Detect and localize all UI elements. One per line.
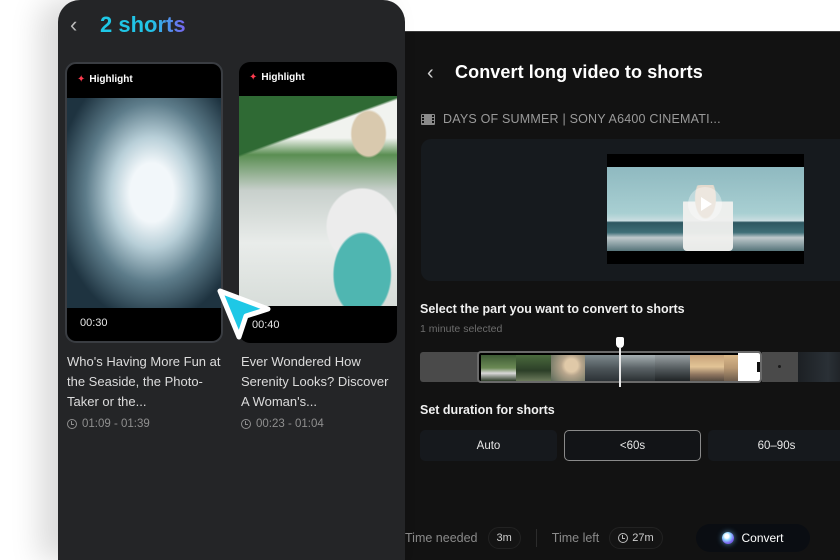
preview-player[interactable] <box>607 154 804 264</box>
app-stage: ‹ Convert long video to shorts DAYS OF S… <box>0 0 840 560</box>
short-time-range-text: 00:23 - 01:04 <box>256 418 324 430</box>
film-icon <box>421 113 435 125</box>
timeline-playhead[interactable] <box>616 337 624 387</box>
short-duration: 00:30 <box>80 317 108 329</box>
timeline-thumb <box>481 355 516 381</box>
time-left-label: Time left <box>551 531 600 545</box>
highlight-badge: ✦ Highlight <box>77 74 133 85</box>
time-needed-label: Time needed <box>405 531 478 545</box>
short-time-range: 00:23 - 01:04 <box>239 418 397 430</box>
time-left-value: 27m <box>609 527 663 549</box>
short-preview-image <box>67 98 221 308</box>
timeline-handle-right[interactable] <box>738 353 760 381</box>
duration-option-60-90s[interactable]: 60–90s <box>708 430 840 461</box>
sparkle-icon: ✦ <box>77 74 86 85</box>
short-duration: 00:40 <box>252 319 280 331</box>
timeline-selector[interactable] <box>420 337 840 387</box>
convert-button-label: Convert <box>741 531 784 545</box>
chevron-left-icon[interactable]: ‹ <box>70 12 82 38</box>
duration-label: Set duration for shorts <box>420 403 555 417</box>
timeline-overflow <box>798 352 840 382</box>
clock-icon <box>67 419 77 429</box>
footer-divider <box>535 529 537 547</box>
duration-option-auto[interactable]: Auto <box>420 430 557 461</box>
short-time-range: 01:09 - 01:39 <box>65 418 223 430</box>
timeline-thumb <box>620 355 655 381</box>
short-thumbnail[interactable]: ✦ Highlight 00:30 <box>65 62 223 343</box>
convert-title: Convert long video to shorts <box>455 62 703 82</box>
highlight-badge: ✦ Highlight <box>249 72 305 83</box>
shorts-count-title: 2 shorts <box>100 12 186 37</box>
selected-duration-text: 1 minute selected <box>420 323 503 335</box>
timeline-unselected-right <box>762 352 798 382</box>
sparkle-icon: ✦ <box>249 72 258 83</box>
timeline-thumb <box>515 355 551 381</box>
select-part-label: Select the part you want to convert to s… <box>420 302 685 316</box>
source-video: DAYS OF SUMMER | SONY A6400 CINEMATI... <box>421 112 721 126</box>
short-card[interactable]: ✦ Highlight 00:40 Ever Wondered How Sere… <box>239 62 397 430</box>
highlight-badge-text: Highlight <box>261 72 305 83</box>
source-video-name: DAYS OF SUMMER | SONY A6400 CINEMATI... <box>443 112 721 126</box>
convert-button[interactable]: Convert <box>696 524 810 552</box>
play-icon[interactable] <box>688 187 722 221</box>
playhead-line <box>619 347 621 387</box>
clock-icon <box>241 419 251 429</box>
time-left-text: 27m <box>632 532 654 544</box>
duration-options: Auto <60s 60–90s <box>420 430 840 461</box>
shorts-header: ‹ 2 shorts <box>70 12 186 38</box>
convert-header: ‹ Convert long video to shorts <box>427 62 703 83</box>
shorts-result-panel: ‹ 2 shorts ✦ Highlight 00:30 Who's Havin… <box>58 0 405 560</box>
short-title: Who's Having More Fun at the Seaside, th… <box>67 354 221 409</box>
short-time-range-text: 01:09 - 01:39 <box>82 418 150 430</box>
short-preview-image <box>239 96 397 306</box>
short-card[interactable]: ✦ Highlight 00:30 Who's Having More Fun … <box>65 62 223 430</box>
timeline-thumb <box>585 355 620 381</box>
timeline-thumb <box>550 355 586 381</box>
timeline-thumb <box>654 355 690 381</box>
time-needed-value: 3m <box>487 527 521 549</box>
highlight-badge-text: Highlight <box>89 74 133 85</box>
ai-orb-icon <box>722 532 735 544</box>
short-thumbnail[interactable]: ✦ Highlight 00:40 <box>239 62 397 343</box>
convert-panel: ‹ Convert long video to shorts DAYS OF S… <box>405 31 840 560</box>
video-preview <box>421 139 840 281</box>
convert-footer: Time needed 3m Time left 27m Convert <box>405 522 840 554</box>
duration-option-under-60s[interactable]: <60s <box>564 430 701 461</box>
time-needed-text: 3m <box>496 532 512 544</box>
timeline-unselected-left <box>420 352 478 382</box>
timeline-thumb <box>689 355 725 381</box>
short-title: Ever Wondered How Serenity Looks? Discov… <box>241 354 389 409</box>
clock-icon <box>618 533 629 543</box>
chevron-left-icon[interactable]: ‹ <box>427 63 441 83</box>
